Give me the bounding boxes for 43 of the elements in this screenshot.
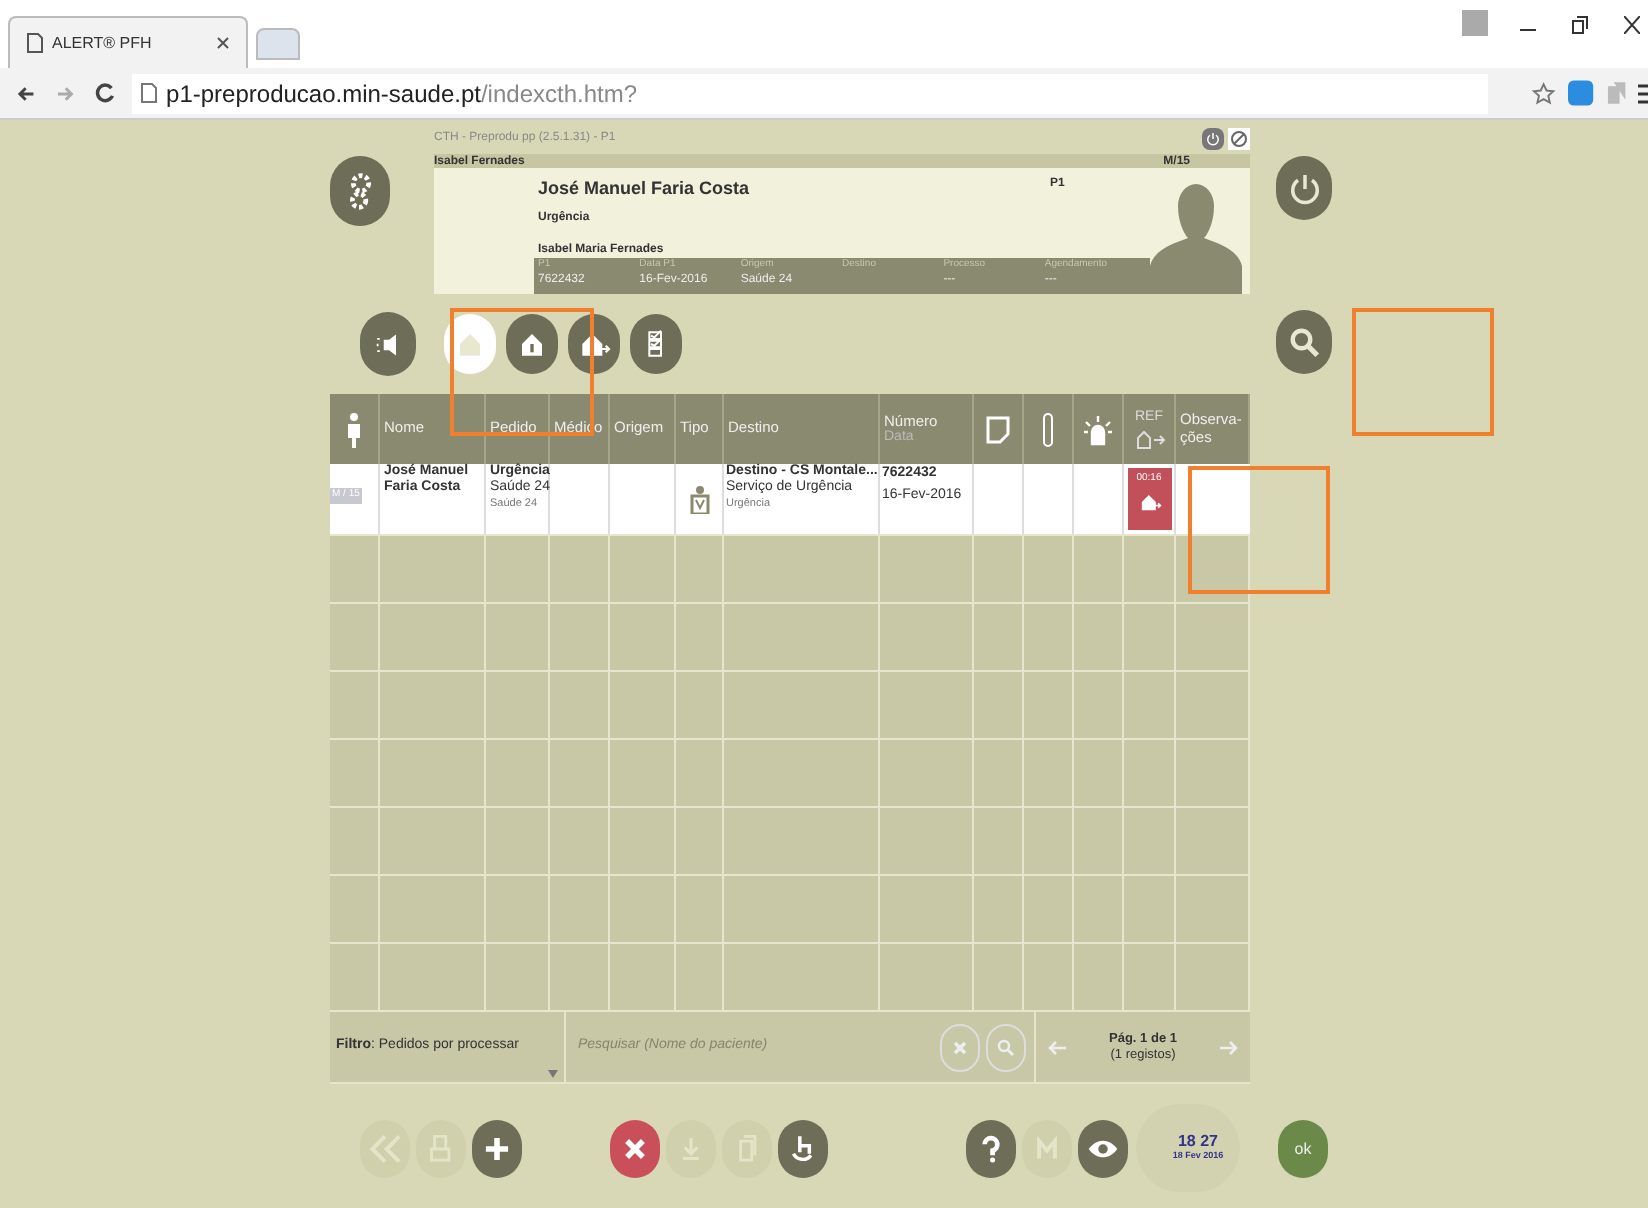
- close-icon[interactable]: [216, 36, 230, 50]
- restore-icon[interactable]: [1572, 16, 1588, 34]
- doctor-icon: [689, 485, 709, 513]
- help-button[interactable]: [966, 1120, 1016, 1178]
- url-text: p1-preproducao.min-saude.pt/indexcth.htm?: [166, 77, 638, 111]
- settings-button[interactable]: [330, 156, 390, 226]
- caret-icon: [548, 1070, 558, 1078]
- search-button[interactable]: [1276, 310, 1332, 374]
- page-icon: [140, 82, 159, 104]
- star-icon[interactable]: [1532, 81, 1556, 105]
- view-tab[interactable]: [506, 314, 558, 374]
- search-icon: [994, 1035, 1018, 1059]
- hand-button[interactable]: [778, 1120, 828, 1178]
- browser-tab[interactable]: ALERT® PFH: [8, 16, 248, 68]
- checklist-button[interactable]: [630, 314, 682, 374]
- extension-icon[interactable]: [1567, 80, 1594, 106]
- highlight-frame: [1352, 308, 1494, 436]
- page-icon: [26, 32, 44, 54]
- minimize-icon[interactable]: [1520, 28, 1536, 32]
- close-icon[interactable]: [1624, 16, 1640, 34]
- ok-button[interactable]: ok: [1278, 1120, 1328, 1178]
- power-button[interactable]: [1276, 156, 1332, 220]
- no-entry-icon[interactable]: [1228, 127, 1250, 149]
- cancel-button[interactable]: [610, 1120, 660, 1178]
- document-icon: [986, 415, 1010, 443]
- menu-icon[interactable]: [1638, 83, 1648, 103]
- power-icon: [1204, 129, 1222, 147]
- siren-icon: [1082, 413, 1114, 445]
- person-icon: [346, 411, 362, 447]
- reload-icon[interactable]: [94, 82, 117, 104]
- view-tab[interactable]: [444, 314, 496, 374]
- back-arrow-icon[interactable]: [16, 83, 36, 103]
- double-chevron-icon: [366, 1130, 404, 1168]
- patient-name: José Manuel Faria Costa: [538, 176, 750, 202]
- referral-icon: [1133, 429, 1165, 450]
- address-bar[interactable]: p1-preproducao.min-saude.pt/indexcth.htm?: [132, 73, 1489, 113]
- logout-button[interactable]: [1202, 127, 1224, 149]
- eye-button[interactable]: [1078, 1120, 1128, 1178]
- paperclip-icon: [1042, 411, 1054, 447]
- view-tab[interactable]: [568, 314, 620, 374]
- speaker-button[interactable]: [360, 312, 416, 376]
- add-button[interactable]: [472, 1120, 522, 1178]
- highlight-frame: [1188, 466, 1330, 594]
